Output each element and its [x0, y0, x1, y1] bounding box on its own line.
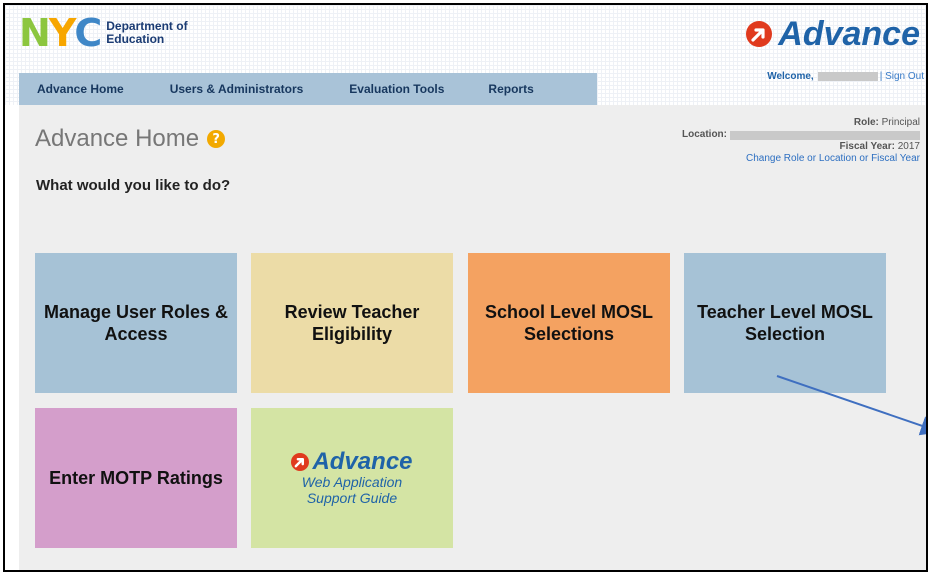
help-icon[interactable]: ?	[207, 130, 226, 148]
fiscal-year-label: Fiscal Year:	[839, 141, 895, 152]
sign-out-link[interactable]: | Sign Out	[880, 71, 924, 82]
main-nav: Advance Home Users & Administrators Eval…	[19, 73, 597, 105]
role-row: Role: Principal	[682, 117, 920, 129]
redacted-location	[730, 130, 920, 140]
advance-arrow-icon	[746, 21, 773, 47]
doe-title-line2: Education	[106, 32, 165, 46]
location-label: Location:	[682, 129, 727, 140]
nyc-logo-n: N	[19, 11, 51, 55]
fiscal-year-row: Fiscal Year: 2017	[682, 141, 920, 153]
change-role-location-link[interactable]: Change Role or Location or Fiscal Year	[682, 153, 920, 165]
tile-support-guide[interactable]: Advance Web Application Support Guide	[251, 408, 453, 548]
nyc-logo-c: C	[74, 11, 102, 55]
tile-teacher-level-mosl[interactable]: Teacher Level MOSL Selection	[684, 253, 886, 393]
location-row: Location:	[682, 129, 920, 141]
nav-item-reports[interactable]: Reports	[462, 82, 551, 96]
support-guide-logo: Advance	[291, 448, 413, 475]
welcome-label: Welcome,	[767, 71, 814, 82]
nav-item-advance-home[interactable]: Advance Home	[19, 82, 142, 96]
nyc-logo-y: Y	[48, 11, 76, 55]
main-content: Advance Home ? What would you like to do…	[19, 105, 926, 570]
advance-logo[interactable]: Advance	[746, 17, 920, 51]
nav-item-evaluation-tools[interactable]: Evaluation Tools	[321, 82, 462, 96]
nav-item-users-administrators[interactable]: Users & Administrators	[142, 82, 322, 96]
page-title-text: Advance Home	[35, 125, 200, 152]
welcome-bar: Welcome, | Sign Out	[767, 71, 924, 82]
context-panel: Role: Principal Location: Fiscal Year: 2…	[682, 117, 920, 165]
browser-frame: NYC Department of Education Advance Welc…	[3, 3, 928, 572]
doe-title: Department of Education	[106, 20, 187, 46]
tile-enter-motp-ratings[interactable]: Enter MOTP Ratings	[35, 408, 237, 548]
role-label: Role:	[853, 117, 879, 128]
tile-school-level-mosl[interactable]: School Level MOSL Selections	[468, 253, 670, 393]
support-guide-brand: Advance	[312, 448, 413, 475]
redacted-username	[817, 72, 878, 81]
nyc-doe-logo[interactable]: NYC Department of Education	[19, 11, 188, 55]
page-title: Advance Home ?	[35, 125, 226, 153]
fiscal-year-value: 2017	[897, 141, 920, 152]
advance-arrow-icon	[291, 453, 310, 471]
tile-review-teacher-eligibility[interactable]: Review Teacher Eligibility	[251, 253, 453, 393]
support-guide-line2: Support Guide	[306, 490, 398, 506]
support-guide-line1: Web Application	[301, 474, 403, 490]
tile-manage-user-roles[interactable]: Manage User Roles & Access	[35, 253, 237, 393]
role-value: Principal	[881, 117, 920, 128]
action-prompt: What would you like to do?	[36, 177, 231, 194]
advance-brand-name: Advance	[778, 15, 920, 53]
